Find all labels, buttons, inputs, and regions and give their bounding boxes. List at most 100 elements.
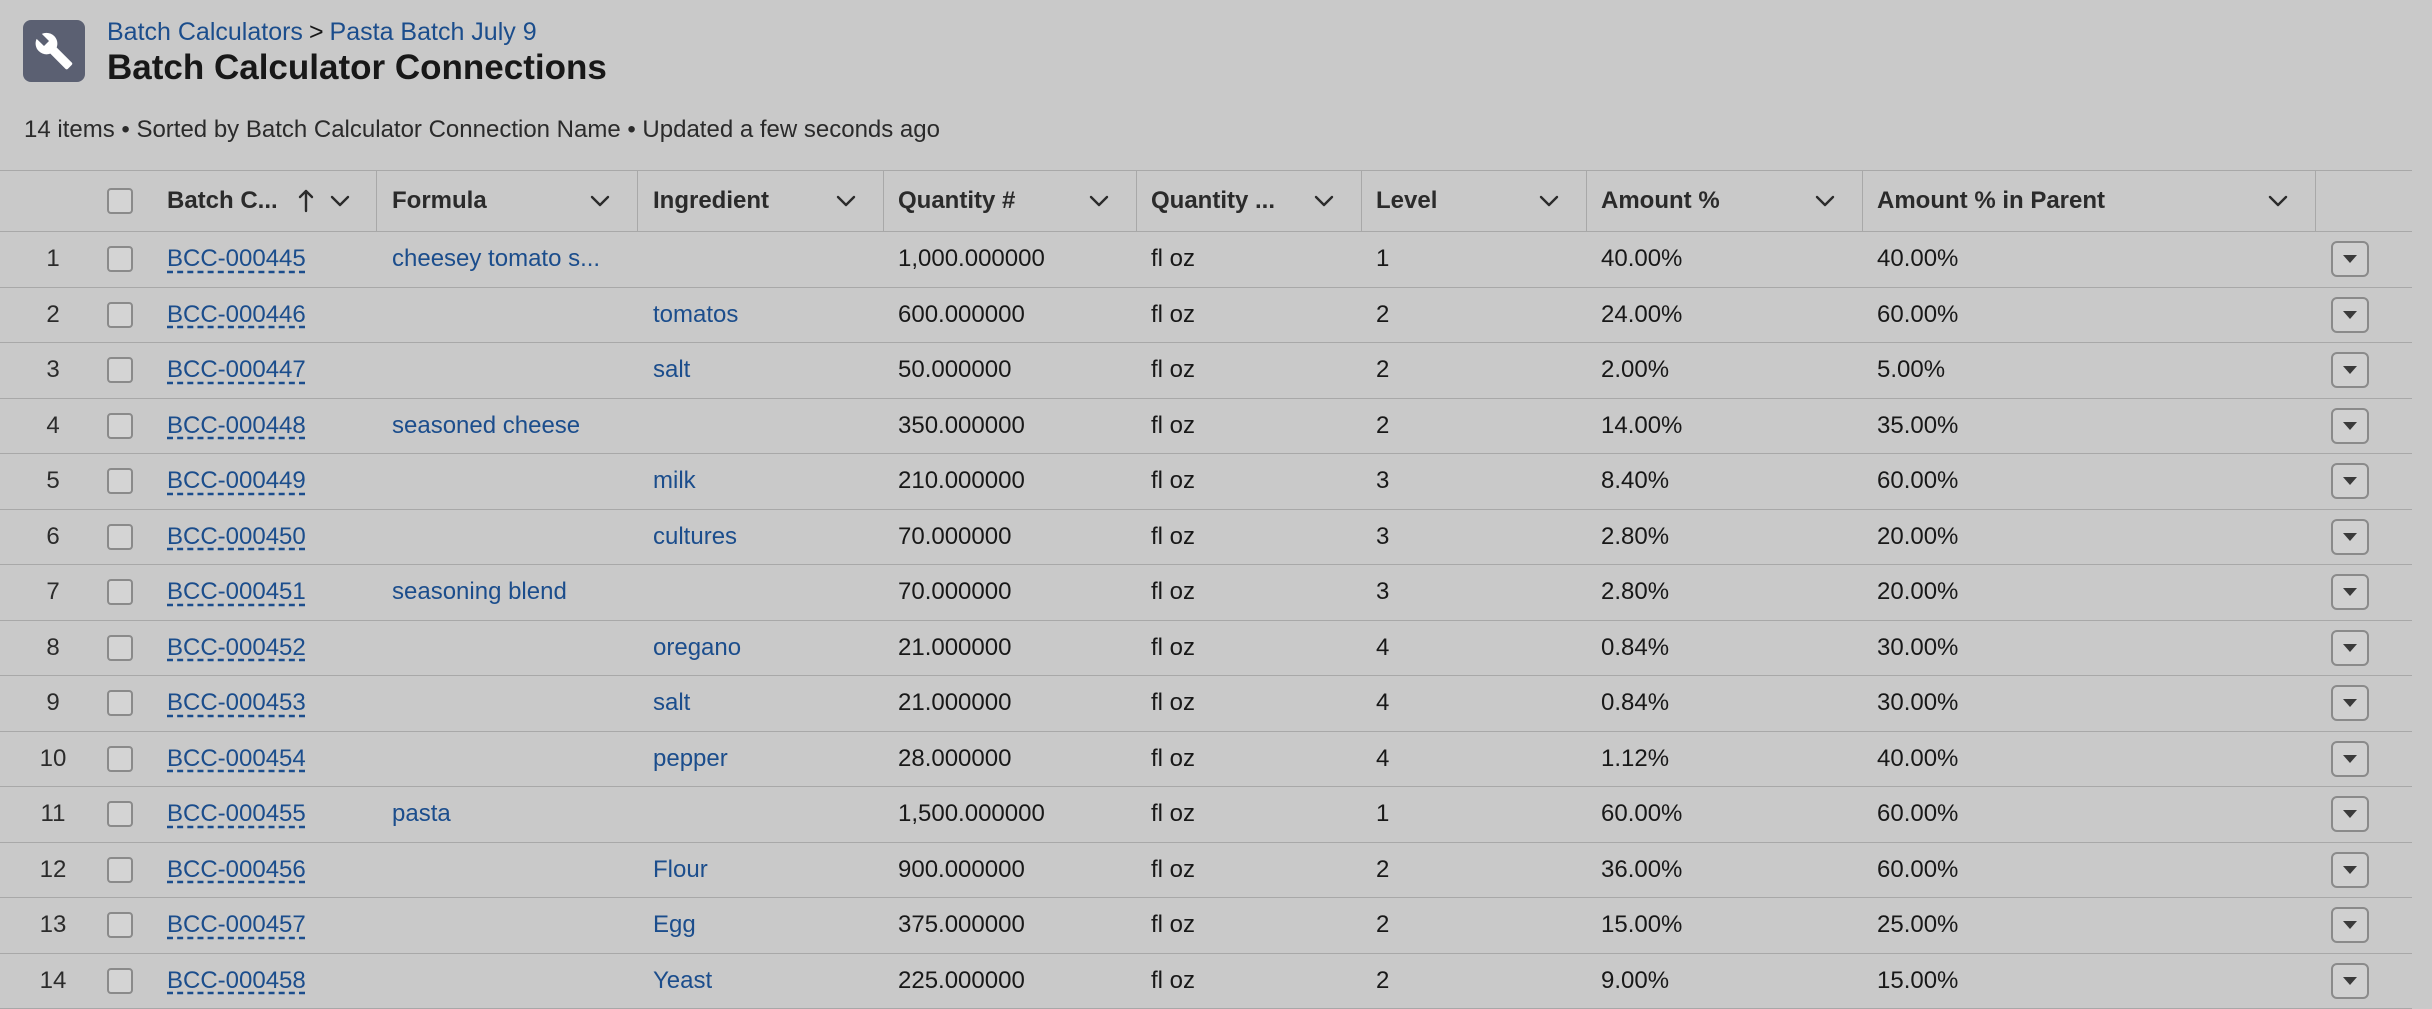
chevron-down-icon[interactable]: [1312, 189, 1336, 213]
row-actions-button[interactable]: [2331, 796, 2369, 832]
row-checkbox[interactable]: [107, 690, 133, 716]
triangle-down-icon: [2342, 865, 2358, 875]
chevron-down-icon[interactable]: [1537, 189, 1561, 213]
record-name-link[interactable]: BCC-000446: [167, 301, 306, 329]
row-actions-button[interactable]: [2331, 852, 2369, 888]
column-header-ingredient[interactable]: Ingredient: [653, 171, 833, 231]
ingredient-link[interactable]: tomatos: [653, 301, 738, 329]
record-name-link[interactable]: BCC-000452: [167, 634, 306, 662]
breadcrumb-current-link[interactable]: Pasta Batch July 9: [330, 18, 537, 46]
ingredient-link[interactable]: salt: [653, 689, 690, 717]
select-all-checkbox[interactable]: [107, 188, 133, 214]
breadcrumb-parent-link[interactable]: Batch Calculators: [107, 18, 303, 46]
row-actions-button[interactable]: [2331, 519, 2369, 555]
record-name-link[interactable]: BCC-000445: [167, 245, 306, 273]
table-row: 8 BCC-000452 oregano 21.000000 fl oz 4 0…: [0, 621, 2412, 677]
column-header-level[interactable]: Level: [1376, 171, 1536, 231]
level-cell: 4: [1376, 621, 1581, 676]
chevron-down-icon[interactable]: [834, 189, 858, 213]
formula-link[interactable]: pasta: [392, 800, 451, 828]
row-number: 4: [20, 399, 86, 454]
record-name-link[interactable]: BCC-000453: [167, 689, 306, 717]
chevron-down-icon[interactable]: [588, 189, 612, 213]
table-row: 4 BCC-000448 seasoned cheese 350.000000 …: [0, 399, 2412, 455]
row-checkbox[interactable]: [107, 912, 133, 938]
amount-cell: 2.80%: [1601, 565, 1856, 620]
amount-cell: 15.00%: [1601, 898, 1856, 953]
row-number: 12: [20, 843, 86, 898]
row-actions-button[interactable]: [2331, 574, 2369, 610]
level-cell: 3: [1376, 454, 1581, 509]
level-cell: 4: [1376, 732, 1581, 787]
formula-link[interactable]: cheesey tomato s...: [392, 245, 600, 273]
column-header-quantity[interactable]: Quantity #: [898, 171, 1078, 231]
record-name-link[interactable]: BCC-000454: [167, 745, 306, 773]
ingredient-link[interactable]: milk: [653, 467, 696, 495]
amount-in-parent-cell: 15.00%: [1877, 954, 2307, 1009]
triangle-down-icon: [2342, 421, 2358, 431]
quantity-unit-cell: fl oz: [1151, 732, 1356, 787]
quantity-unit-cell: fl oz: [1151, 399, 1356, 454]
record-name-link[interactable]: BCC-000455: [167, 800, 306, 828]
record-name-link[interactable]: BCC-000456: [167, 856, 306, 884]
row-actions-button[interactable]: [2331, 408, 2369, 444]
ingredient-link[interactable]: salt: [653, 356, 690, 384]
record-name-link[interactable]: BCC-000457: [167, 911, 306, 939]
row-actions-button[interactable]: [2331, 907, 2369, 943]
column-header-ingredient-label: Ingredient: [653, 187, 769, 215]
record-name-link[interactable]: BCC-000451: [167, 578, 306, 606]
chevron-down-icon[interactable]: [328, 189, 352, 213]
ingredient-link[interactable]: Yeast: [653, 967, 712, 995]
row-actions-button[interactable]: [2331, 963, 2369, 999]
row-checkbox[interactable]: [107, 968, 133, 994]
row-checkbox[interactable]: [107, 579, 133, 605]
chevron-down-icon[interactable]: [1813, 189, 1837, 213]
column-header-quantity-unit[interactable]: Quantity ...: [1151, 171, 1311, 231]
row-checkbox[interactable]: [107, 746, 133, 772]
row-actions-button[interactable]: [2331, 685, 2369, 721]
column-header-amount[interactable]: Amount %: [1601, 171, 1801, 231]
record-name-link[interactable]: BCC-000458: [167, 967, 306, 995]
row-checkbox[interactable]: [107, 524, 133, 550]
chevron-down-icon[interactable]: [1087, 189, 1111, 213]
ingredient-link[interactable]: cultures: [653, 523, 737, 551]
column-header-amount-in-parent[interactable]: Amount % in Parent: [1877, 171, 2257, 231]
ingredient-link[interactable]: Flour: [653, 856, 708, 884]
arrow-up-icon[interactable]: [296, 188, 316, 214]
row-actions-button[interactable]: [2331, 630, 2369, 666]
row-checkbox[interactable]: [107, 468, 133, 494]
row-checkbox[interactable]: [107, 302, 133, 328]
row-checkbox[interactable]: [107, 413, 133, 439]
chevron-down-icon[interactable]: [2266, 189, 2290, 213]
formula-link[interactable]: seasoning blend: [392, 578, 567, 606]
row-checkbox[interactable]: [107, 635, 133, 661]
amount-cell: 14.00%: [1601, 399, 1856, 454]
row-checkbox[interactable]: [107, 246, 133, 272]
row-actions-button[interactable]: [2331, 297, 2369, 333]
formula-link[interactable]: seasoned cheese: [392, 412, 580, 440]
ingredient-link[interactable]: pepper: [653, 745, 728, 773]
row-checkbox[interactable]: [107, 857, 133, 883]
record-name-link[interactable]: BCC-000447: [167, 356, 306, 384]
amount-cell: 0.84%: [1601, 621, 1856, 676]
column-header-formula[interactable]: Formula: [392, 171, 582, 231]
level-cell: 2: [1376, 343, 1581, 398]
triangle-down-icon: [2342, 532, 2358, 542]
triangle-down-icon: [2342, 587, 2358, 597]
record-name-link[interactable]: BCC-000449: [167, 467, 306, 495]
row-checkbox[interactable]: [107, 357, 133, 383]
quantity-cell: 210.000000: [898, 454, 1133, 509]
record-name-link[interactable]: BCC-000450: [167, 523, 306, 551]
row-actions-button[interactable]: [2331, 741, 2369, 777]
record-name-link[interactable]: BCC-000448: [167, 412, 306, 440]
table-row: 5 BCC-000449 milk 210.000000 fl oz 3 8.4…: [0, 454, 2412, 510]
row-actions-button[interactable]: [2331, 241, 2369, 277]
ingredient-link[interactable]: oregano: [653, 634, 741, 662]
row-actions-button[interactable]: [2331, 463, 2369, 499]
amount-cell: 40.00%: [1601, 232, 1856, 287]
triangle-down-icon: [2342, 920, 2358, 930]
column-header-level-label: Level: [1376, 187, 1437, 215]
ingredient-link[interactable]: Egg: [653, 911, 696, 939]
row-actions-button[interactable]: [2331, 352, 2369, 388]
row-checkbox[interactable]: [107, 801, 133, 827]
